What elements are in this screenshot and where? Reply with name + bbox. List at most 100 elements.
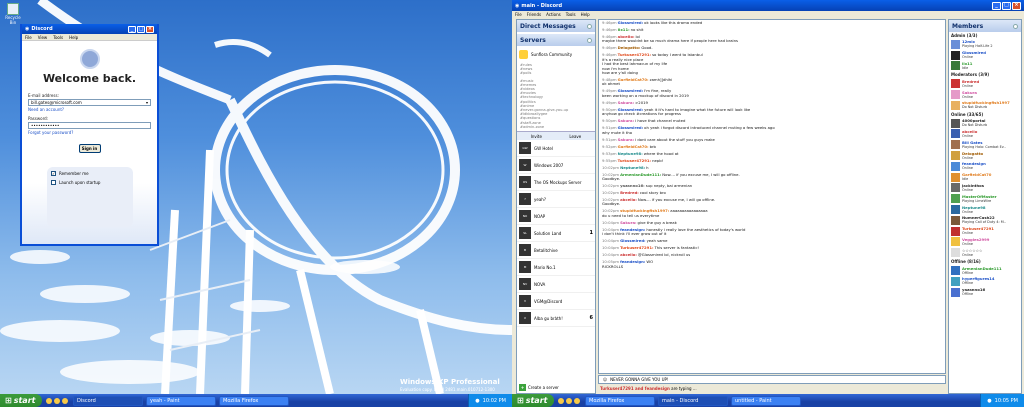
member-item[interactable]: hyperfigures14 Offline <box>949 276 1021 287</box>
taskbar-task-paint[interactable]: untitled - Paint <box>731 395 801 406</box>
menu-file[interactable]: File <box>25 35 32 40</box>
taskbar-task-firefox[interactable]: Mozilla Firefox <box>219 395 289 406</box>
member-item[interactable]: Neptune98 Online <box>949 204 1021 215</box>
server-item[interactable]: GW GW Hotel <box>517 140 595 158</box>
server-item[interactable]: ? yeah? <box>517 191 595 209</box>
minimize-button[interactable]: _ <box>992 1 1001 10</box>
minimize-button[interactable]: _ <box>128 25 136 33</box>
menu-tools[interactable]: Tools <box>53 35 63 40</box>
chevron-icon[interactable] <box>1013 23 1018 29</box>
message-author[interactable]: feandesign: <box>620 259 645 264</box>
member-item[interactable]: yazanno16 Offline <box>949 287 1021 298</box>
menu-tools[interactable]: Tools <box>566 12 576 17</box>
message-author[interactable]: abcello: <box>620 252 637 257</box>
message-author[interactable]: Neptune98: <box>618 151 643 156</box>
server-item[interactable]: NO NOAP <box>517 208 595 226</box>
start-button[interactable]: ⊞ start <box>512 394 554 407</box>
member-item[interactable]: ArmenianDude111 Offline <box>949 265 1021 276</box>
quick-launch-icon[interactable] <box>62 397 68 404</box>
message-author[interactable]: Glossmired: <box>620 238 646 243</box>
menu-help[interactable]: Help <box>581 12 590 17</box>
chevron-icon[interactable] <box>587 23 592 29</box>
quick-launch-icon[interactable] <box>54 397 60 404</box>
recycle-bin-desktop-icon[interactable]: Recycle Bin <box>3 3 23 25</box>
quick-launch-icon[interactable] <box>574 397 580 404</box>
remember-me-checkbox[interactable]: ✓ <box>51 171 56 176</box>
emoji-icon[interactable]: ☺ <box>603 377 607 382</box>
taskbar-task-firefox[interactable]: Mozilla Firefox <box>585 395 655 406</box>
member-item[interactable]: 4000portal Do Not Disturb <box>949 118 1021 129</box>
member-item[interactable]: ☆☆☆☆☆☆ Online <box>949 247 1021 258</box>
menu-friends[interactable]: Friends <box>527 12 541 17</box>
launch-startup-checkbox[interactable] <box>51 180 56 185</box>
message-author[interactable]: Sakura: <box>620 220 636 225</box>
server-item[interactable]: W Windows 2007 <box>517 157 595 175</box>
email-field[interactable]: bill.gates@microsoft.com ▾ <box>28 99 151 106</box>
member-item[interactable]: stupidfuckingfish1997 Do Not Disturb <box>949 100 1021 111</box>
message-author[interactable]: Sakura: <box>618 118 634 123</box>
tray-icon[interactable]: ● <box>475 398 479 404</box>
message-author[interactable]: Turkuser47291: <box>618 158 651 163</box>
launch-startup-option[interactable]: Launch upon startup <box>51 180 129 185</box>
chevron-icon[interactable] <box>587 37 592 43</box>
message-author[interactable]: yazanno16: <box>620 183 645 188</box>
member-item[interactable]: Delogatto Online <box>949 150 1021 161</box>
member-item[interactable]: Bill Gates Playing Halo: Combat Ev.. <box>949 139 1021 150</box>
menu-actions[interactable]: Actions <box>546 12 561 17</box>
sign-in-button[interactable]: Sign in <box>78 144 101 153</box>
login-titlebar[interactable]: ◉ Discord _ □ × <box>22 24 157 34</box>
member-item[interactable]: Turkuser47291 Online <box>949 226 1021 237</box>
member-item[interactable]: GarfieldCat70 Idle <box>949 172 1021 183</box>
member-item[interactable]: feandesign Online <box>949 161 1021 172</box>
server-item[interactable]: V VGM@Discord <box>517 293 595 311</box>
chat-log[interactable]: 9:46pmGlossmired:ok looks like this dram… <box>598 19 946 374</box>
taskbar-task-discord[interactable]: main - Discord <box>658 395 728 406</box>
current-server[interactable]: Sunflora Community <box>517 46 595 63</box>
taskbar-task-paint[interactable]: yeah - Paint <box>146 395 216 406</box>
member-item[interactable]: MasterOfMaster Playing LimeWire <box>949 193 1021 204</box>
server-item[interactable]: X Alba gu bràth! 6 <box>517 310 595 328</box>
server-item[interactable]: M Mario No.1 <box>517 259 595 277</box>
create-server-button[interactable]: + Create a server <box>519 384 559 391</box>
tray-icon[interactable]: ● <box>987 398 991 404</box>
maximize-button[interactable]: □ <box>137 25 145 33</box>
member-item[interactable]: NumnerCash22 Playing Call of Duty 4: M.. <box>949 215 1021 226</box>
discord-main-titlebar[interactable]: ◉ main - Discord _ □ × <box>512 0 1024 11</box>
need-account-link[interactable]: Need an account? <box>28 107 151 112</box>
menu-file[interactable]: File <box>515 12 522 17</box>
message-author[interactable]: abcello: <box>620 197 637 202</box>
password-field[interactable]: •••••••••••• <box>28 122 151 129</box>
close-button[interactable]: × <box>146 25 154 33</box>
member-item[interactable]: Ilx11 Idle <box>949 61 1021 72</box>
server-item[interactable]: B Betalitchive <box>517 242 595 260</box>
servers-header[interactable]: Servers <box>517 34 595 46</box>
member-item[interactable]: jackinthos Online <box>949 183 1021 194</box>
message-author[interactable]: Sakura: <box>618 137 634 142</box>
forgot-password-link[interactable]: Forgot your password? <box>28 130 151 135</box>
message-author[interactable]: GarfieldCat70: <box>618 144 649 149</box>
message-author[interactable]: Neptune98: <box>620 165 645 170</box>
message-author[interactable]: Bredred: <box>620 190 639 195</box>
chevron-down-icon[interactable]: ▾ <box>146 100 148 105</box>
direct-messages-header[interactable]: Direct Messages <box>517 20 595 32</box>
message-author[interactable]: ArmenianDude111: <box>620 172 661 177</box>
quick-launch-icon[interactable] <box>46 397 52 404</box>
message-author[interactable]: Delogatto: <box>618 45 641 50</box>
remember-me-option[interactable]: ✓ Remember me <box>51 171 129 176</box>
message-author[interactable]: Ilx11: <box>618 27 630 32</box>
server-item[interactable]: SL Solution Land 1 <box>517 225 595 243</box>
message-author[interactable]: Turkuser47291: <box>620 245 653 250</box>
member-item[interactable]: Bredred Online <box>949 78 1021 89</box>
leave-button[interactable]: Leave <box>569 134 581 139</box>
message-author[interactable]: Glossmired: <box>618 20 644 25</box>
members-header[interactable]: Members <box>949 20 1021 32</box>
message-author[interactable]: GarfieldCat70: <box>618 77 649 82</box>
menu-view[interactable]: View <box>38 35 48 40</box>
server-item[interactable]: NV NOVA <box>517 276 595 294</box>
menu-help[interactable]: Help <box>69 35 78 40</box>
member-item[interactable]: 12mix Playing Half-Life 2 <box>949 39 1021 50</box>
start-button[interactable]: ⊞ start <box>0 394 42 407</box>
invite-button[interactable]: Invite <box>531 134 542 139</box>
member-item[interactable]: abcello Online <box>949 129 1021 140</box>
server-item[interactable]: OS The OS Mockups Server <box>517 174 595 192</box>
